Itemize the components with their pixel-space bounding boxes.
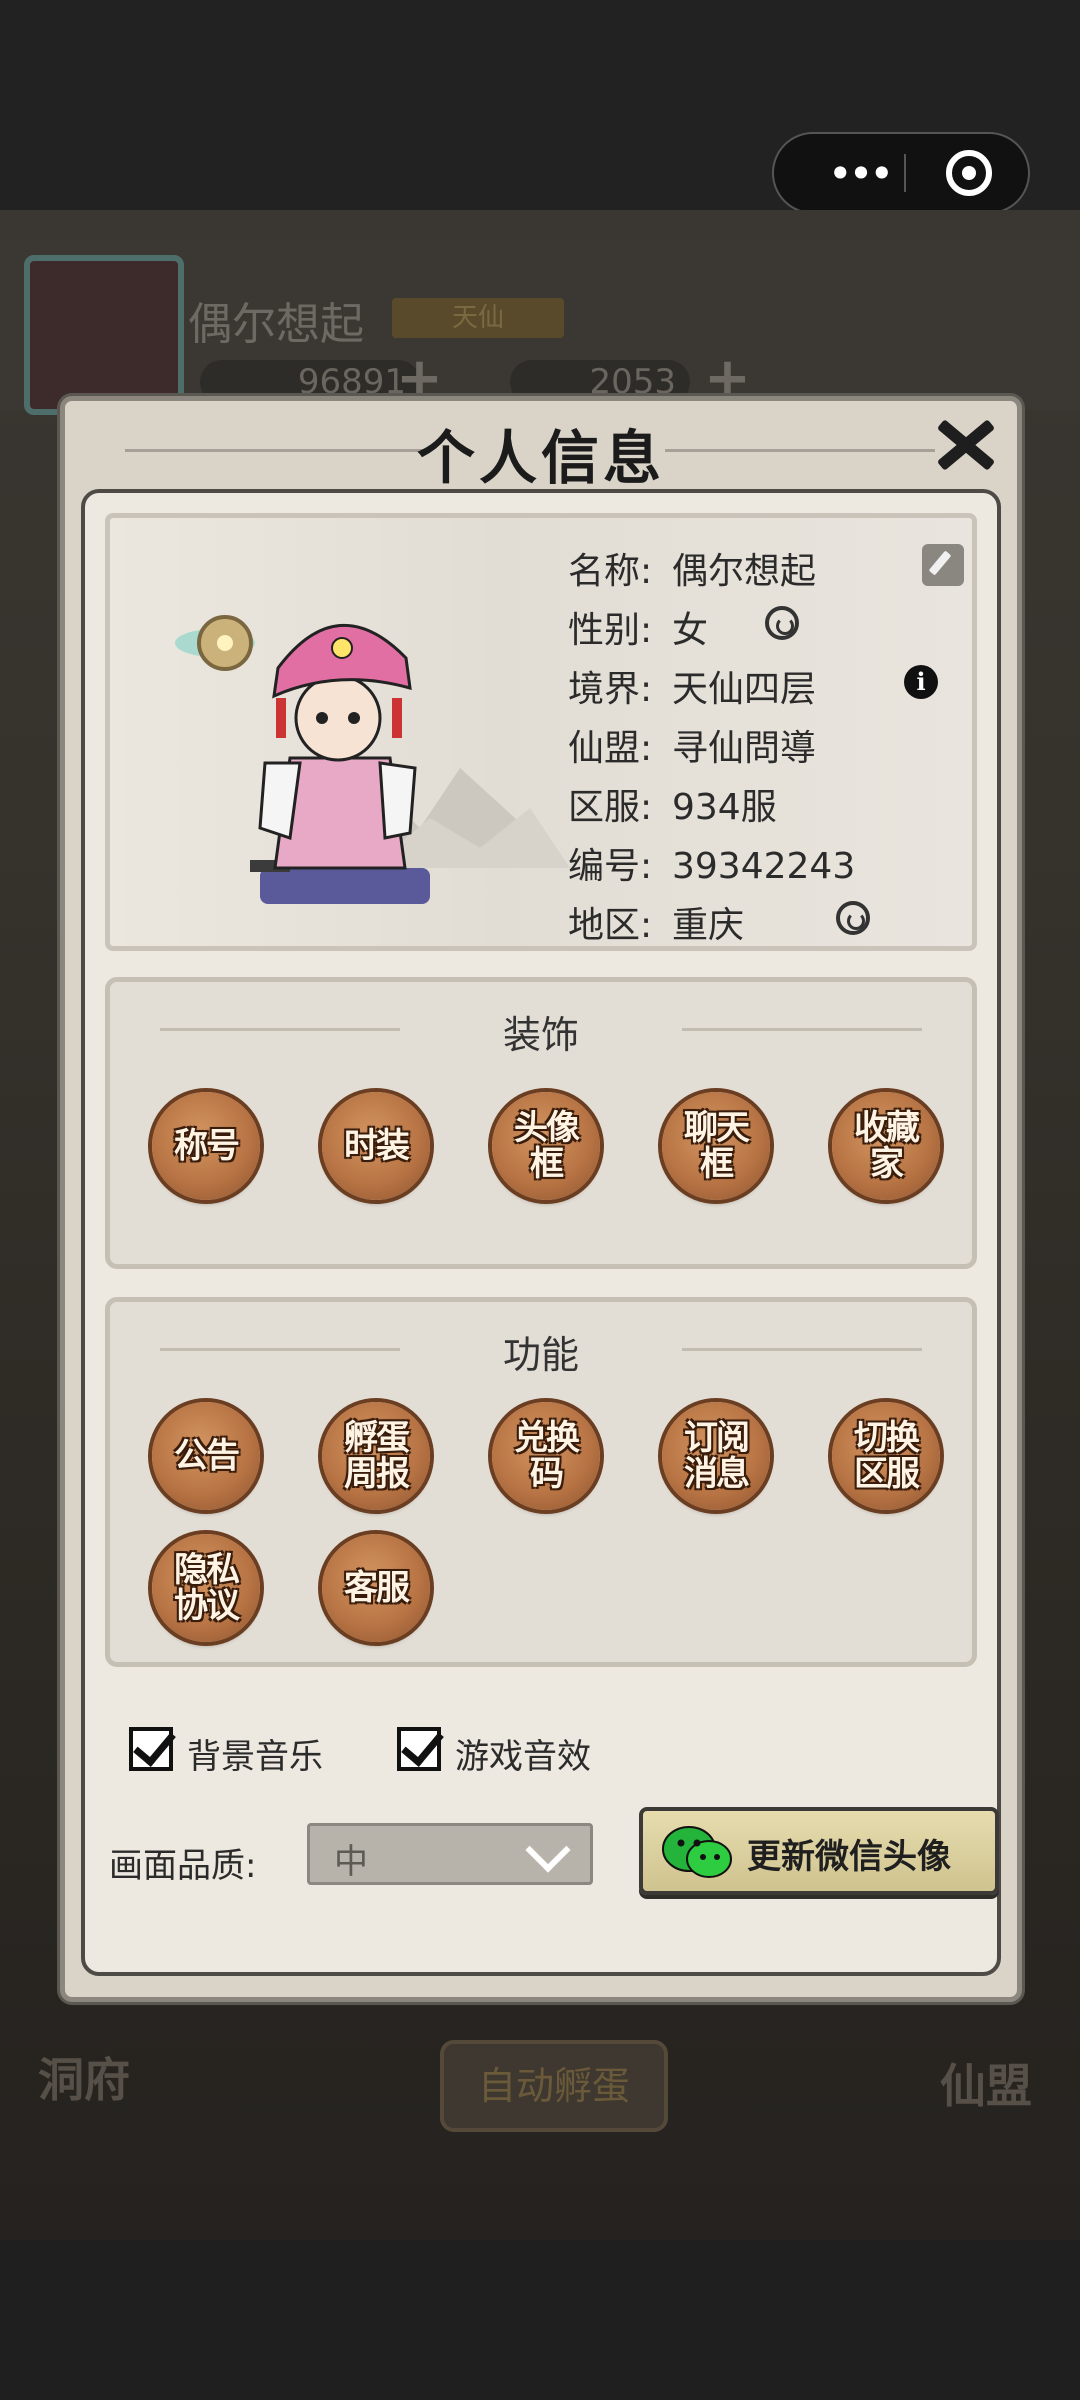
target-icon[interactable] — [946, 150, 992, 196]
capsule-divider — [904, 154, 906, 192]
quality-label: 画面品质: — [109, 1846, 257, 1886]
update-avatar-label: 更新微信头像 — [747, 1837, 951, 1877]
quality-value: 中 — [334, 1842, 368, 1882]
switch-server-button[interactable]: 切换 区服 — [832, 1402, 940, 1510]
info-alliance: 仙盟: 寻仙問導 — [568, 719, 816, 771]
info-gender-value: 女 — [672, 610, 709, 651]
ellipsis-icon[interactable]: ••• — [814, 134, 904, 212]
character-avatar — [175, 615, 430, 904]
info-id: 编号: 39342243 — [568, 846, 856, 887]
chevron-down-icon — [525, 1827, 571, 1873]
subscribe-message-button[interactable]: 订阅 消息 — [662, 1402, 770, 1510]
modal-body: 名称: 偶尔想起 性别: 女 境界: 天仙四层 i 仙盟: 寻仙問導 区服: 934服 编… — [81, 489, 1001, 1976]
info-region-value: 重庆 — [672, 905, 745, 946]
wechat-icon — [662, 1826, 732, 1878]
info-gender: 性别: 女 — [568, 601, 708, 653]
mini-program-capsule: ••• — [772, 132, 1030, 214]
customer-service-button[interactable]: 客服 — [322, 1534, 430, 1642]
profile-card: 名称: 偶尔想起 性别: 女 境界: 天仙四层 i 仙盟: 寻仙問導 区服: 934服 编… — [105, 513, 977, 951]
hatch-weekly-button[interactable]: 孵蛋 周报 — [322, 1402, 430, 1510]
info-icon[interactable]: i — [904, 665, 938, 699]
info-region: 地区: 重庆 — [568, 896, 744, 948]
switch-region-icon[interactable] — [836, 901, 870, 935]
title-button[interactable]: 称号 — [152, 1092, 260, 1200]
bgm-checkbox[interactable] — [129, 1727, 173, 1771]
nav-cave: 洞府 — [38, 2053, 130, 2107]
close-icon[interactable] — [929, 409, 1001, 481]
sfx-label: 游戏音效 — [455, 1737, 591, 1777]
outfit-button[interactable]: 时装 — [322, 1092, 430, 1200]
redeem-code-button[interactable]: 兑换码 — [492, 1402, 600, 1510]
info-name-value: 偶尔想起 — [672, 551, 817, 592]
auto-hatch-button: 自动孵蛋 — [440, 2040, 668, 2132]
info-realm-value: 天仙四层 — [672, 669, 817, 710]
function-section: 功能 公告 孵蛋 周报 兑换码 订阅 消息 切换 区服 隐私 协议 客服 — [105, 1297, 977, 1667]
decoration-title: 装饰 — [502, 1013, 579, 1057]
modal-title: 个人信息 — [416, 424, 665, 492]
info-id-value: 39342243 — [672, 846, 856, 887]
nav-alliance: 仙盟 — [940, 2059, 1032, 2113]
profile-modal: 个人信息 名称: 偶尔想起 性别: 女 境界: 天仙四层 i 仙盟: 寻仙問導 … — [60, 396, 1022, 2002]
collector-button[interactable]: 收藏家 — [832, 1092, 940, 1200]
bottom-bar — [0, 2240, 1080, 2400]
function-title: 功能 — [502, 1333, 579, 1377]
privacy-policy-button[interactable]: 隐私 协议 — [152, 1534, 260, 1642]
avatar-frame-button[interactable]: 头像框 — [492, 1092, 600, 1200]
quality-select[interactable]: 中 — [307, 1823, 593, 1885]
announcement-button[interactable]: 公告 — [152, 1402, 260, 1510]
info-server: 区服: 934服 — [568, 778, 777, 830]
decoration-section: 装饰 称号 时装 头像框 聊天框 收藏家 — [105, 977, 977, 1269]
chat-frame-button[interactable]: 聊天框 — [662, 1092, 770, 1200]
edit-icon[interactable] — [922, 544, 964, 586]
info-server-value: 934服 — [672, 787, 777, 828]
sfx-checkbox[interactable] — [397, 1727, 441, 1771]
bgm-label: 背景音乐 — [187, 1737, 323, 1777]
switch-gender-icon[interactable] — [765, 606, 799, 640]
info-realm: 境界: 天仙四层 — [568, 660, 816, 712]
rank-badge: 天仙 — [392, 298, 564, 338]
info-alliance-value: 寻仙問導 — [672, 728, 817, 769]
player-avatar — [24, 255, 184, 415]
info-name: 名称: 偶尔想起 — [568, 542, 816, 594]
update-wechat-avatar-button[interactable]: 更新微信头像 — [639, 1807, 999, 1895]
player-name: 偶尔想起 — [188, 299, 364, 350]
